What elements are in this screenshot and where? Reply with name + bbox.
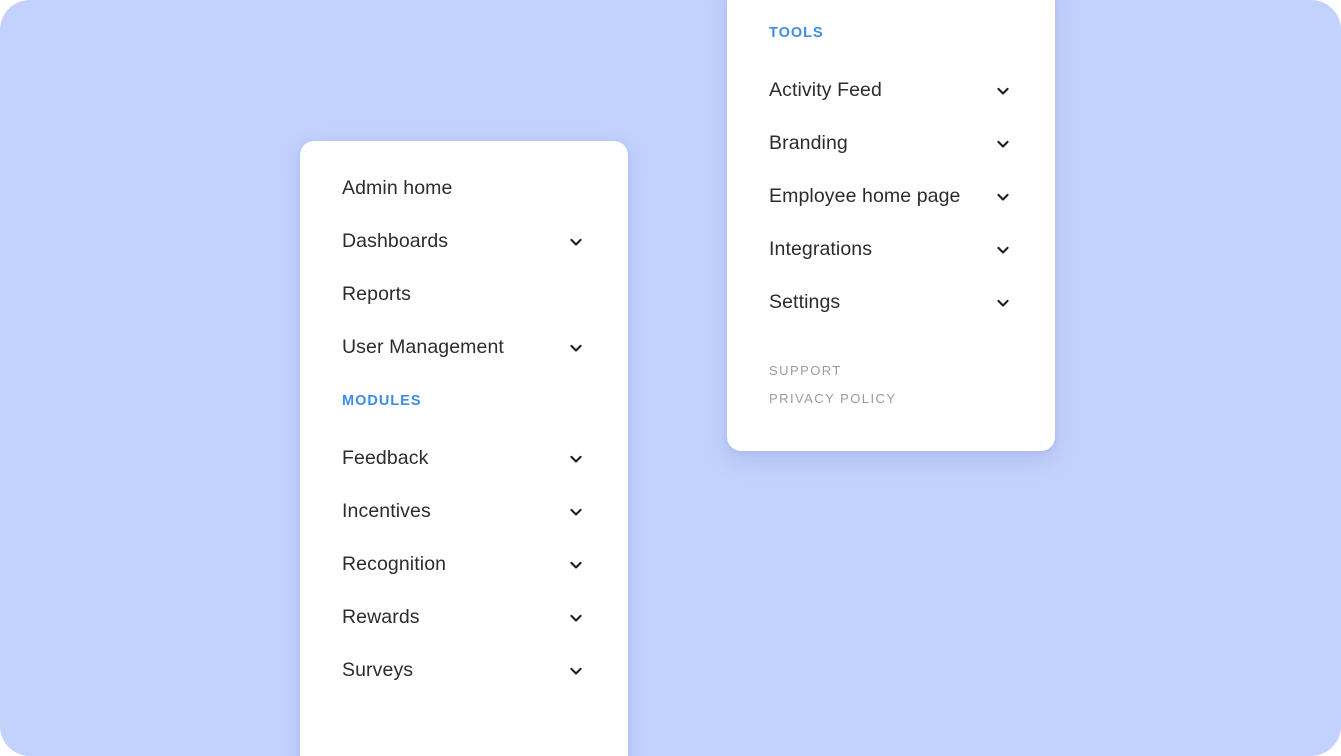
nav-item-label: Branding [769, 132, 848, 155]
tools-navigation-content: TOOLS Activity Feed Branding Employee ho… [727, 0, 1055, 451]
chevron-down-icon[interactable] [995, 136, 1011, 152]
nav-item-label: Feedback [342, 447, 429, 470]
nav-item-recognition[interactable]: Recognition [342, 539, 586, 592]
footer-link-list: SUPPORT PRIVACY POLICY [769, 364, 1013, 405]
tools-nav-list: Activity Feed Branding Employee home pag… [769, 65, 1013, 330]
chevron-down-icon[interactable] [568, 504, 584, 520]
page-canvas: Admin home Dashboards Reports User Manag… [0, 0, 1341, 756]
spacer-top [342, 141, 586, 162]
chevron-down-icon[interactable] [995, 83, 1011, 99]
spacer-after-modules-heading [342, 409, 586, 433]
nav-item-employee-home-page[interactable]: Employee home page [769, 171, 1013, 224]
nav-item-user-management[interactable]: User Management [342, 321, 586, 374]
nav-item-feedback[interactable]: Feedback [342, 433, 586, 486]
nav-item-admin-home[interactable]: Admin home [342, 162, 586, 215]
nav-item-label: Recognition [342, 553, 447, 576]
nav-item-label: Surveys [342, 659, 414, 682]
nav-item-label: Employee home page [769, 185, 961, 208]
chevron-down-icon[interactable] [995, 242, 1011, 258]
chevron-down-icon[interactable] [995, 189, 1011, 205]
nav-item-branding[interactable]: Branding [769, 118, 1013, 171]
chevron-down-icon[interactable] [568, 340, 584, 356]
nav-item-label: Rewards [342, 606, 420, 629]
nav-item-rewards[interactable]: Rewards [342, 592, 586, 645]
nav-item-label: Dashboards [342, 229, 449, 252]
nav-item-surveys[interactable]: Surveys [342, 645, 586, 698]
chevron-down-icon[interactable] [568, 234, 584, 250]
spacer-after-tools-heading [769, 41, 1013, 65]
footer-link-support[interactable]: SUPPORT [769, 364, 1013, 377]
nav-item-integrations[interactable]: Integrations [769, 224, 1013, 277]
spacer-before-footer [769, 330, 1013, 364]
section-heading-tools: TOOLS [769, 25, 824, 41]
nav-item-label: Admin home [342, 176, 453, 199]
admin-primary-nav-list: Admin home Dashboards Reports User Manag… [342, 162, 586, 374]
chevron-down-icon[interactable] [568, 610, 584, 626]
nav-item-label: Integrations [769, 238, 873, 261]
nav-item-reports[interactable]: Reports [342, 268, 586, 321]
spacer-before-modules-heading [342, 374, 586, 394]
nav-item-activity-feed[interactable]: Activity Feed [769, 65, 1013, 118]
admin-navigation-panel: Admin home Dashboards Reports User Manag… [300, 141, 628, 756]
nav-item-label: User Management [342, 335, 504, 358]
chevron-down-icon[interactable] [568, 663, 584, 679]
chevron-down-icon[interactable] [568, 557, 584, 573]
spacer-top [769, 0, 1013, 26]
section-heading-modules: MODULES [342, 393, 422, 409]
chevron-down-icon[interactable] [995, 295, 1011, 311]
modules-nav-list: Feedback Incentives Recognition Rewards … [342, 433, 586, 698]
nav-item-settings[interactable]: Settings [769, 277, 1013, 330]
nav-item-label: Activity Feed [769, 79, 882, 102]
tools-navigation-panel: TOOLS Activity Feed Branding Employee ho… [727, 0, 1055, 451]
nav-item-label: Incentives [342, 500, 431, 523]
chevron-down-icon[interactable] [568, 451, 584, 467]
nav-item-dashboards[interactable]: Dashboards [342, 215, 586, 268]
footer-link-privacy-policy[interactable]: PRIVACY POLICY [769, 392, 1013, 405]
nav-item-label: Reports [342, 282, 411, 305]
admin-navigation-content: Admin home Dashboards Reports User Manag… [300, 141, 628, 756]
nav-item-incentives[interactable]: Incentives [342, 486, 586, 539]
nav-item-label: Settings [769, 291, 841, 314]
